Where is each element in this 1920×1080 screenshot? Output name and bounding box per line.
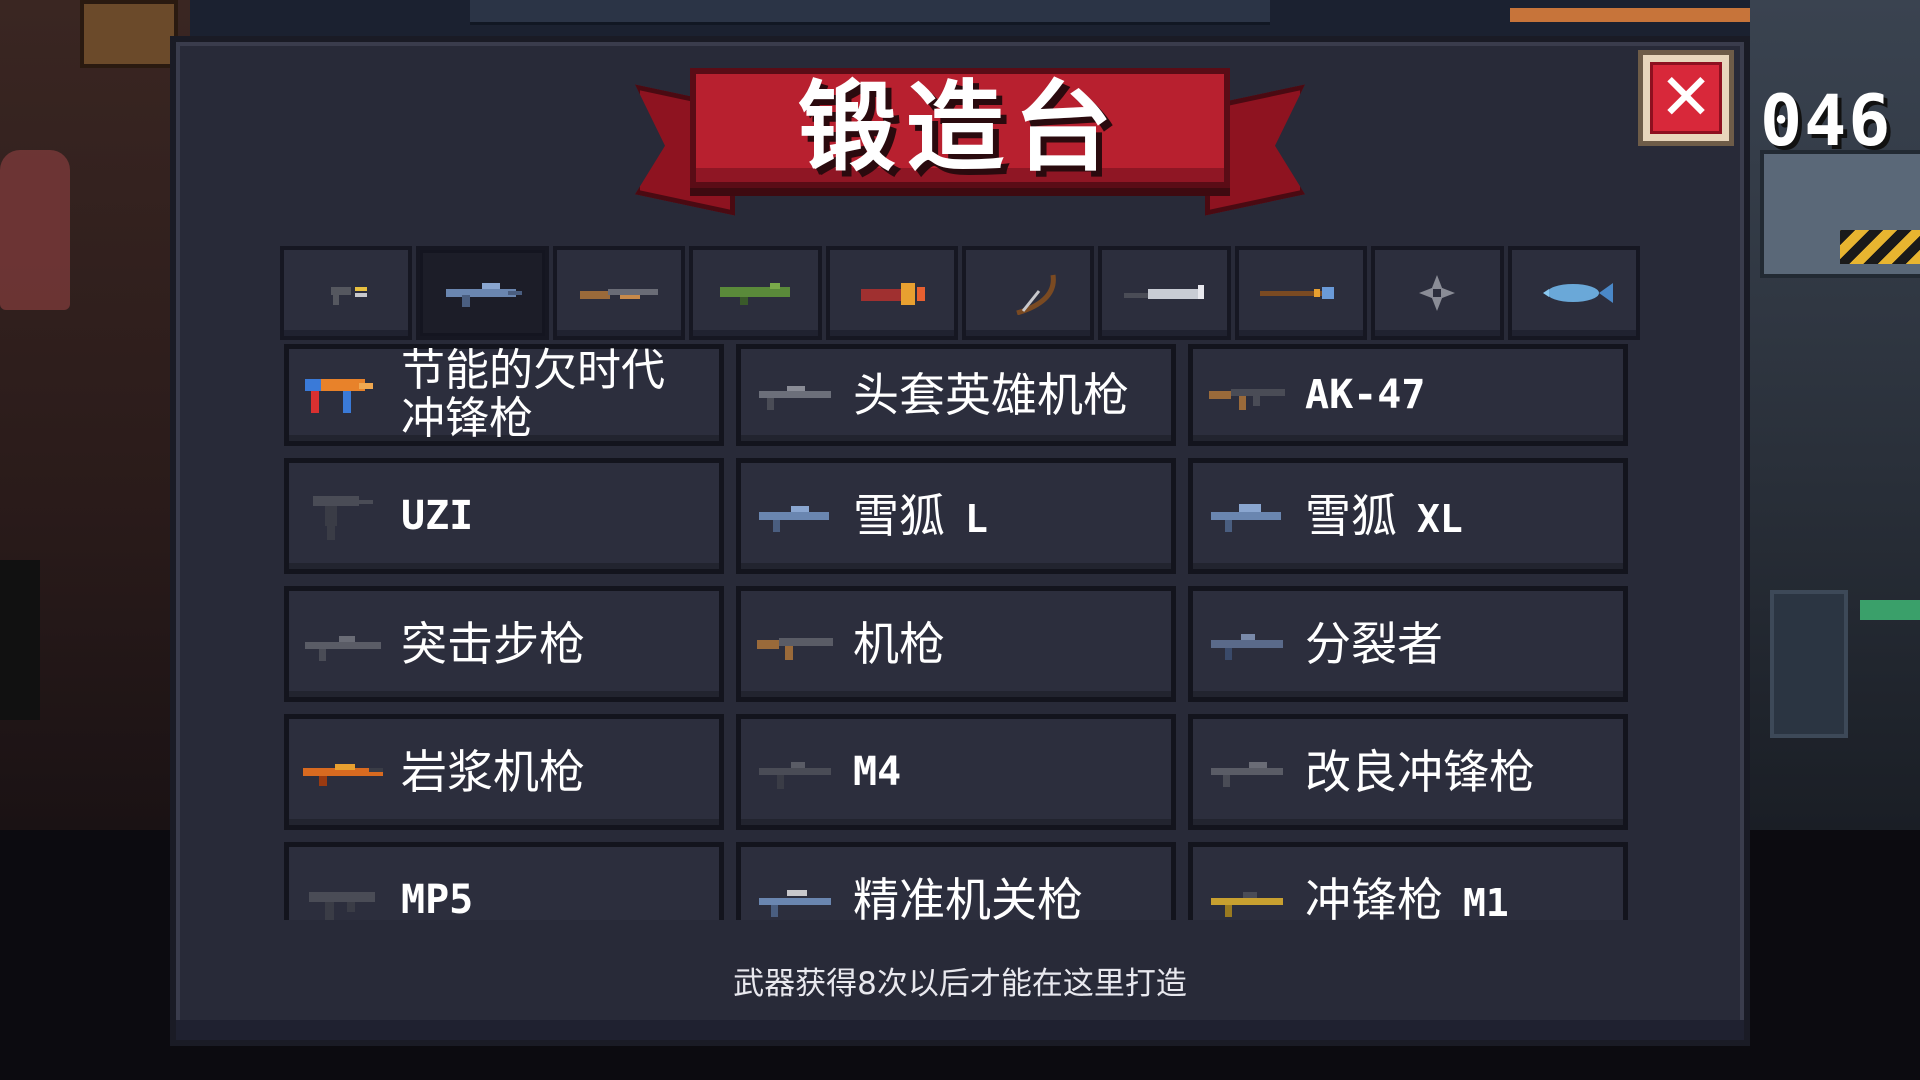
weapon-name: 冲锋枪 M1 bbox=[1305, 873, 1509, 920]
weapon-name: 雪狐 XL bbox=[1305, 489, 1463, 543]
title-banner: 锻造台 bbox=[690, 68, 1230, 188]
uzi-icon bbox=[313, 496, 373, 540]
assault-rifle-icon bbox=[305, 636, 381, 661]
weapon-grid: 节能的欠时代冲锋枪 头套英雄机枪 AK-47 UZI 雪狐 L 雪狐 XL 突击… bbox=[284, 344, 1636, 920]
weapon-name: MP5 bbox=[401, 877, 474, 920]
tab-rifles[interactable] bbox=[416, 246, 549, 340]
weapon-item[interactable]: 分裂者 bbox=[1188, 586, 1628, 702]
tab-throwables[interactable] bbox=[1371, 246, 1504, 340]
close-icon[interactable]: ✕ bbox=[1659, 66, 1713, 130]
category-tabs bbox=[280, 246, 1641, 340]
weapon-item[interactable]: 冲锋枪 M1 bbox=[1188, 842, 1628, 920]
background-left-scenery bbox=[0, 0, 190, 830]
ak47-icon bbox=[1209, 389, 1285, 410]
ceiling-rail bbox=[1510, 8, 1750, 22]
forge-hint-text: 武器获得8次以后才能在这里打造 bbox=[733, 966, 1187, 1002]
tab-launchers[interactable] bbox=[689, 246, 822, 340]
snow-fox-xl-icon bbox=[1211, 504, 1281, 532]
weapon-item[interactable]: AK-47 bbox=[1188, 344, 1628, 446]
weapon-name: 精准机关枪 bbox=[853, 873, 1083, 920]
weapon-item[interactable]: M4 bbox=[736, 714, 1176, 830]
improved-smg-icon bbox=[1211, 762, 1283, 787]
bow-icon bbox=[1016, 274, 1057, 315]
weapon-name: 分裂者 bbox=[1305, 617, 1443, 671]
tab-special[interactable] bbox=[825, 246, 959, 340]
weapon-item[interactable]: MP5 bbox=[284, 842, 724, 920]
fish-icon bbox=[1542, 283, 1613, 303]
weapon-name: 突击步枪 bbox=[401, 617, 585, 671]
mp5-icon bbox=[309, 892, 375, 920]
background-top-scenery bbox=[190, 0, 1750, 40]
weapon-name: 改良冲锋枪 bbox=[1305, 745, 1535, 799]
shadow-figure bbox=[0, 560, 40, 720]
rifle-icon bbox=[445, 283, 522, 307]
green-pipe bbox=[1860, 600, 1920, 620]
shuriken-icon bbox=[1419, 275, 1456, 311]
weapon-item[interactable]: 雪狐 L bbox=[736, 458, 1176, 574]
tab-shotguns[interactable] bbox=[552, 246, 686, 340]
energy-smg-icon bbox=[305, 379, 373, 413]
weapon-name: 岩浆机枪 bbox=[401, 745, 585, 799]
weapon-name: 机枪 bbox=[853, 617, 945, 671]
weapon-list[interactable]: 节能的欠时代冲锋枪 头套英雄机枪 AK-47 UZI 雪狐 L 雪狐 XL 突击… bbox=[284, 344, 1636, 920]
weapon-name: 节能的欠时代冲锋枪 bbox=[401, 345, 665, 444]
weapon-item[interactable]: 岩浆机枪 bbox=[284, 714, 724, 830]
hood-hero-mg-icon bbox=[759, 386, 831, 410]
weapon-name: AK-47 bbox=[1305, 372, 1426, 418]
close-button-face[interactable]: ✕ bbox=[1650, 62, 1722, 134]
weapon-name: M4 bbox=[853, 749, 902, 795]
shotgun-icon bbox=[580, 289, 659, 299]
weapon-name: 雪狐 L bbox=[853, 489, 988, 543]
tab-pistols[interactable] bbox=[280, 246, 413, 340]
ceiling-strip bbox=[470, 0, 1270, 25]
tab-staffs[interactable] bbox=[1234, 246, 1368, 340]
hazard-stripes bbox=[1840, 230, 1920, 264]
smg-m1-icon bbox=[1211, 892, 1283, 917]
staff-icon bbox=[1260, 287, 1335, 299]
tab-bows[interactable] bbox=[962, 246, 1095, 340]
precision-mg-icon bbox=[759, 890, 831, 917]
splitter-icon bbox=[1211, 634, 1283, 660]
tab-misc[interactable] bbox=[1507, 246, 1641, 340]
tab-swords[interactable] bbox=[1098, 246, 1231, 340]
snow-fox-l-icon bbox=[759, 506, 829, 532]
score-counter: 046 bbox=[1760, 80, 1893, 162]
weapon-item[interactable]: 雪狐 XL bbox=[1188, 458, 1628, 574]
crate-sprite bbox=[80, 0, 178, 68]
weapon-item[interactable]: 改良冲锋枪 bbox=[1188, 714, 1628, 830]
special-gun-icon bbox=[860, 283, 925, 305]
npc-sprite bbox=[0, 150, 70, 310]
dialog-title: 锻造台 bbox=[797, 71, 1122, 185]
weapon-item[interactable]: UZI bbox=[284, 458, 724, 574]
weapon-item[interactable]: 节能的欠时代冲锋枪 bbox=[284, 344, 724, 446]
close-button[interactable]: ✕ bbox=[1638, 50, 1734, 146]
weapon-item[interactable]: 突击步枪 bbox=[284, 586, 724, 702]
sword-icon bbox=[1123, 285, 1204, 299]
lava-mg-icon bbox=[303, 764, 383, 786]
weapon-item[interactable]: 头套英雄机枪 bbox=[736, 344, 1176, 446]
launcher-icon bbox=[720, 283, 791, 305]
machine-gun-icon bbox=[757, 638, 833, 660]
dialog-footer-band bbox=[176, 1020, 1744, 1040]
m4-icon bbox=[759, 762, 831, 789]
wall-panel bbox=[1770, 590, 1848, 738]
weapon-item[interactable]: 机枪 bbox=[736, 586, 1176, 702]
weapon-item[interactable]: 精准机关枪 bbox=[736, 842, 1176, 920]
pistol-icon bbox=[331, 287, 368, 305]
weapon-name: 头套英雄机枪 bbox=[853, 368, 1129, 422]
weapon-name: UZI bbox=[401, 493, 474, 539]
